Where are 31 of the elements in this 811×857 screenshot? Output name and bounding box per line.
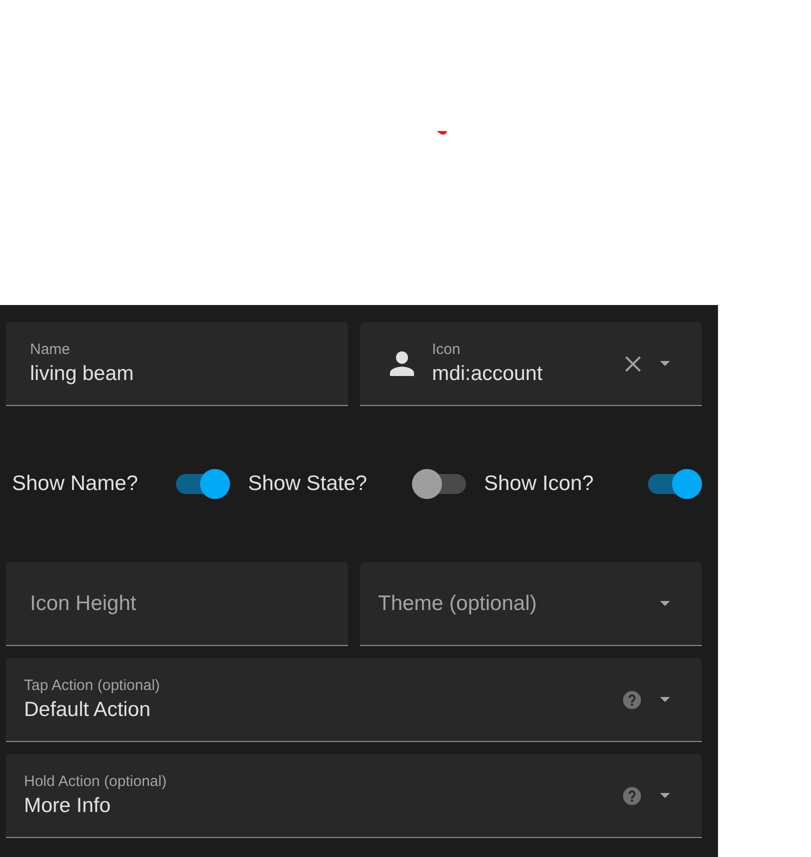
field-value: living beam xyxy=(30,360,134,386)
toggle-label: Show Icon? xyxy=(484,471,594,497)
field-value: More Info xyxy=(24,792,111,818)
toggle-switch[interactable] xyxy=(412,469,466,499)
text-field[interactable]: Name living beam xyxy=(6,322,348,406)
field-label: Theme (optional) xyxy=(378,590,537,616)
text-field[interactable]: Icon Height xyxy=(6,562,348,646)
field-label: Icon Height xyxy=(30,590,136,616)
select-field[interactable]: Tap Action (optional) Default Action xyxy=(6,658,702,742)
select-field[interactable]: Hold Action (optional) More Info xyxy=(6,754,702,838)
toggle-label: Show State? xyxy=(248,471,368,497)
person-icon xyxy=(390,351,414,376)
caret-icon[interactable] xyxy=(660,793,670,798)
field-label: Hold Action (optional) xyxy=(24,772,167,790)
field-label: Tap Action (optional) xyxy=(24,676,160,694)
toggle-label: Show Name? xyxy=(12,471,138,497)
close-icon[interactable] xyxy=(625,356,641,372)
icon-picker-field[interactable]: Icon mdi:account xyxy=(360,322,702,406)
help-icon[interactable] xyxy=(623,786,641,804)
help-icon[interactable] xyxy=(623,690,641,708)
caret-icon[interactable] xyxy=(660,697,670,702)
field-label: Icon xyxy=(432,340,460,358)
field-value: mdi:account xyxy=(432,360,543,386)
toggle-switch[interactable] xyxy=(648,469,702,499)
field-label: Name xyxy=(30,340,70,358)
caret-icon[interactable] xyxy=(660,601,670,606)
wedge-icon xyxy=(437,131,447,135)
field-value: Default Action xyxy=(24,696,150,722)
toggle-switch[interactable] xyxy=(176,469,230,499)
caret-icon[interactable] xyxy=(660,361,670,366)
select-field[interactable]: Theme (optional) xyxy=(360,562,702,646)
